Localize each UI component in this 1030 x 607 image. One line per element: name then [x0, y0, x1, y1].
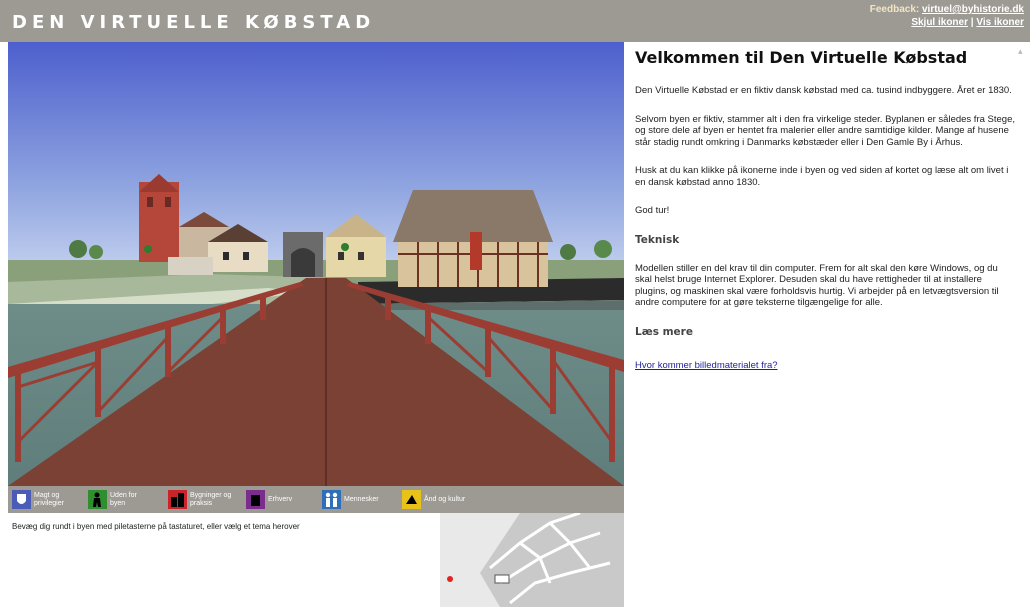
scroll-up-icon[interactable]: ▴ [1018, 46, 1028, 56]
top-bar: DEN VIRTUELLE KØBSTAD Feedback: virtuel@… [0, 0, 1030, 42]
theme-label: Uden for byen [110, 491, 137, 507]
theme-icon-bar: Magt og privilegier Uden for byen Bygnin… [8, 486, 624, 513]
link-separator: | [970, 17, 974, 28]
welcome-panel: Velkommen til Den Virtuelle Købstad Den … [635, 48, 1015, 373]
minimap-graphic [440, 513, 624, 607]
greeting: God tur! [635, 205, 670, 216]
culture-icon [402, 490, 421, 509]
coat-of-arms-icon [12, 490, 31, 509]
theme-magt-button[interactable]: Magt og privilegier [12, 489, 76, 510]
theme-erhverv-button[interactable]: Erhverv [246, 489, 310, 510]
farmer-icon [88, 490, 107, 509]
intro-paragraph: Den Virtuelle Købstad er en fiktiv dansk… [635, 85, 1012, 96]
theme-label: Bygninger og praksis [190, 491, 232, 507]
theme-label: Magt og privilegier [34, 491, 64, 507]
trade-icon [246, 490, 265, 509]
theme-mennesker-button[interactable]: Mennesker [322, 489, 386, 510]
hide-icons-link[interactable]: Skjul ikoner [911, 17, 968, 28]
buildings-icon [168, 490, 187, 509]
navigation-hint: Bevæg dig rundt i byen med piletasterne … [12, 522, 300, 531]
people-icon [322, 490, 341, 509]
feedback-label: Feedback: [869, 4, 920, 15]
theme-bygninger-button[interactable]: Bygninger og praksis [168, 489, 232, 510]
navigation-hint-panel: Bevæg dig rundt i byen med piletasterne … [8, 513, 440, 607]
source-paragraph: Selvom byen er fiktiv, stammer alt i den… [635, 113, 1015, 148]
show-icons-link[interactable]: Vis ikoner [976, 17, 1024, 28]
theme-label: Erhverv [268, 495, 293, 503]
theme-label: Mennesker [344, 495, 379, 503]
town-3d-view[interactable] [8, 42, 624, 486]
icons-paragraph: Husk at du kan klikke på ikonerne inde i… [635, 165, 1009, 188]
town-minimap[interactable] [440, 513, 624, 607]
feedback-email-link[interactable]: virtuel@byhistorie.dk [922, 4, 1024, 15]
theme-label: Ånd og kultur [424, 495, 466, 503]
current-position-marker [447, 576, 453, 582]
image-sources-link[interactable]: Hvor kommer billedmaterialet fra? [635, 360, 778, 371]
header-links: Feedback: virtuel@byhistorie.dk Skjul ik… [870, 3, 1024, 29]
town-scene-graphic [8, 42, 624, 486]
read-more-heading: Læs mere [635, 325, 693, 338]
technical-paragraph: Modellen stiller en del krav til din com… [635, 262, 999, 309]
theme-aand-button[interactable]: Ånd og kultur [402, 489, 466, 510]
site-title: DEN VIRTUELLE KØBSTAD [12, 12, 376, 33]
theme-uden-button[interactable]: Uden for byen [88, 489, 152, 510]
page-title: Velkommen til Den Virtuelle Købstad [635, 48, 968, 67]
technical-heading: Teknisk [635, 233, 680, 246]
